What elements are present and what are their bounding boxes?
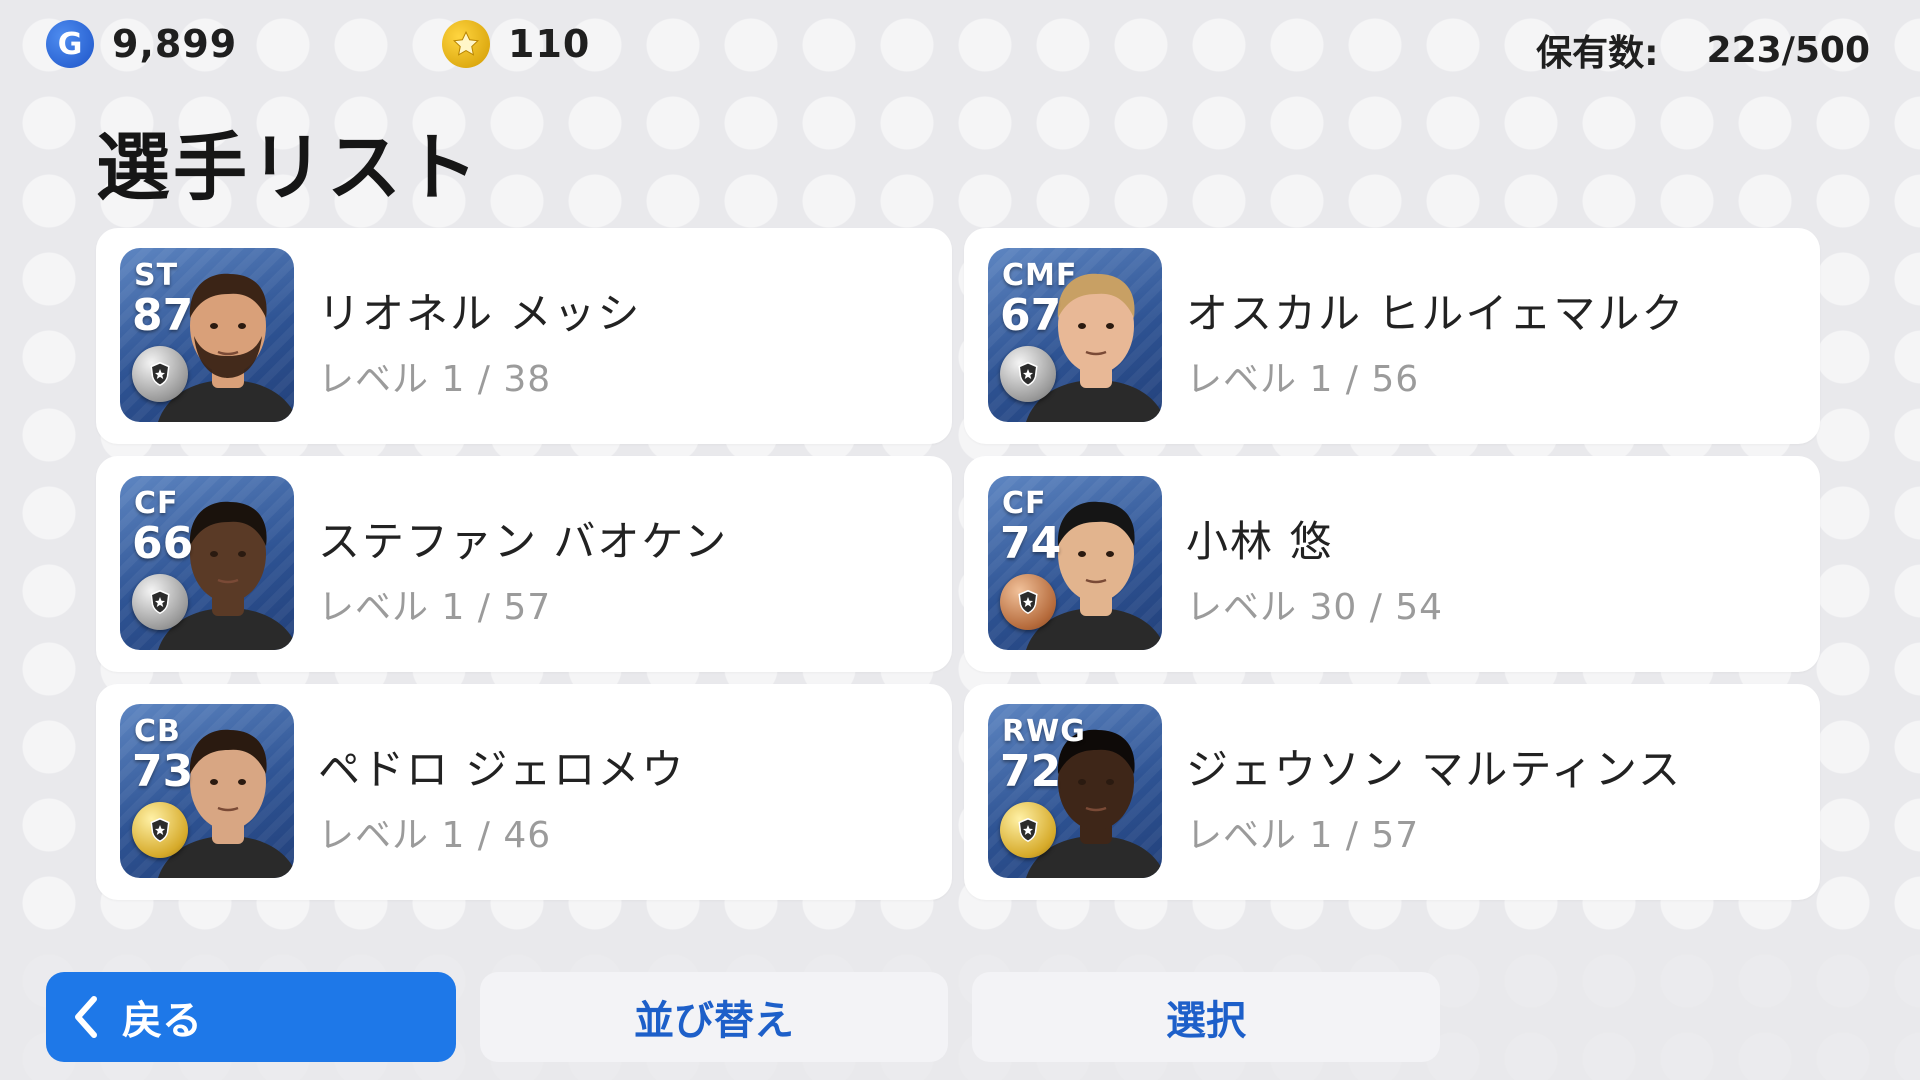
back-button[interactable]: 戻る bbox=[46, 972, 456, 1062]
player-name: オスカル ヒルイェマルク bbox=[1186, 289, 1686, 338]
holdings-count: 保有数: 223/500 bbox=[1536, 24, 1870, 76]
select-button[interactable]: 選択 bbox=[972, 972, 1440, 1062]
page-title: 選手リスト bbox=[96, 125, 481, 211]
player-card[interactable]: RWG 72 ジェウソン マルティンス レベル 1 / 57 bbox=[964, 684, 1820, 900]
player-level: レベル 30 / 54 bbox=[1186, 587, 1444, 628]
player-rating: 87 bbox=[132, 290, 194, 341]
sort-button[interactable]: 並び替え bbox=[480, 972, 948, 1062]
select-button-label: 選択 bbox=[1166, 998, 1246, 1044]
player-rating: 67 bbox=[1000, 290, 1062, 341]
player-rating: 73 bbox=[132, 746, 194, 797]
player-rank-medal-icon bbox=[1000, 346, 1056, 402]
player-portrait: CF 74 bbox=[988, 476, 1162, 650]
player-position: CF bbox=[1002, 486, 1047, 521]
gp-value: 9,899 bbox=[112, 22, 238, 66]
player-level: レベル 1 / 57 bbox=[1186, 815, 1420, 856]
player-rank-medal-icon bbox=[132, 574, 188, 630]
player-name: ステファン バオケン bbox=[318, 517, 729, 566]
player-level: レベル 1 / 56 bbox=[1186, 359, 1420, 400]
top-bar: G 9,899 110 保有数: 223/500 bbox=[0, 0, 1920, 90]
player-position: CF bbox=[134, 486, 179, 521]
player-rating: 66 bbox=[132, 518, 194, 569]
player-level: レベル 1 / 38 bbox=[318, 359, 552, 400]
player-rank-medal-icon bbox=[1000, 574, 1056, 630]
player-card[interactable]: CF 74 小林 悠 レベル 30 / 54 bbox=[964, 456, 1820, 672]
coin-balance: 110 bbox=[442, 20, 590, 68]
gp-coin-icon: G bbox=[46, 20, 94, 68]
player-portrait: CF 66 bbox=[120, 476, 294, 650]
player-rating: 72 bbox=[1000, 746, 1062, 797]
player-card[interactable]: CMF 67 オスカル ヒルイェマルク レベル 1 / 56 bbox=[964, 228, 1820, 444]
player-name: ペドロ ジェロメウ bbox=[318, 745, 686, 794]
player-card[interactable]: CF 66 ステファン バオケン レベル 1 / 57 bbox=[96, 456, 952, 672]
player-portrait: RWG 72 bbox=[988, 704, 1162, 878]
holdings-label: 保有数: bbox=[1536, 33, 1659, 74]
player-rank-medal-icon bbox=[1000, 802, 1056, 858]
holdings-value: 223/500 bbox=[1706, 29, 1870, 71]
player-card[interactable]: CB 73 ペドロ ジェロメウ レベル 1 / 46 bbox=[96, 684, 952, 900]
star-coin-icon bbox=[442, 20, 490, 68]
player-list: ST 87 リオネル メッシ レベル 1 / 38 CMF 67 オスカル ヒル… bbox=[96, 228, 1824, 900]
player-position: CB bbox=[134, 714, 181, 749]
back-button-label: 戻る bbox=[122, 998, 202, 1044]
player-portrait: ST 87 bbox=[120, 248, 294, 422]
chevron-left-icon bbox=[70, 993, 102, 1041]
player-position: ST bbox=[134, 258, 179, 293]
gp-icon-letter: G bbox=[57, 26, 83, 62]
player-rank-medal-icon bbox=[132, 346, 188, 402]
player-level: レベル 1 / 46 bbox=[318, 815, 552, 856]
player-name: ジェウソン マルティンス bbox=[1186, 745, 1682, 794]
player-name: リオネル メッシ bbox=[318, 289, 642, 338]
player-portrait: CMF 67 bbox=[988, 248, 1162, 422]
player-card[interactable]: ST 87 リオネル メッシ レベル 1 / 38 bbox=[96, 228, 952, 444]
sort-button-label: 並び替え bbox=[634, 998, 794, 1044]
player-rank-medal-icon bbox=[132, 802, 188, 858]
player-level: レベル 1 / 57 bbox=[318, 587, 552, 628]
gp-balance: G 9,899 bbox=[46, 20, 237, 68]
player-position: RWG bbox=[1002, 714, 1086, 749]
coin-value: 110 bbox=[508, 22, 591, 66]
player-portrait: CB 73 bbox=[120, 704, 294, 878]
player-name: 小林 悠 bbox=[1186, 517, 1334, 566]
player-rating: 74 bbox=[1000, 518, 1062, 569]
player-position: CMF bbox=[1002, 258, 1078, 293]
